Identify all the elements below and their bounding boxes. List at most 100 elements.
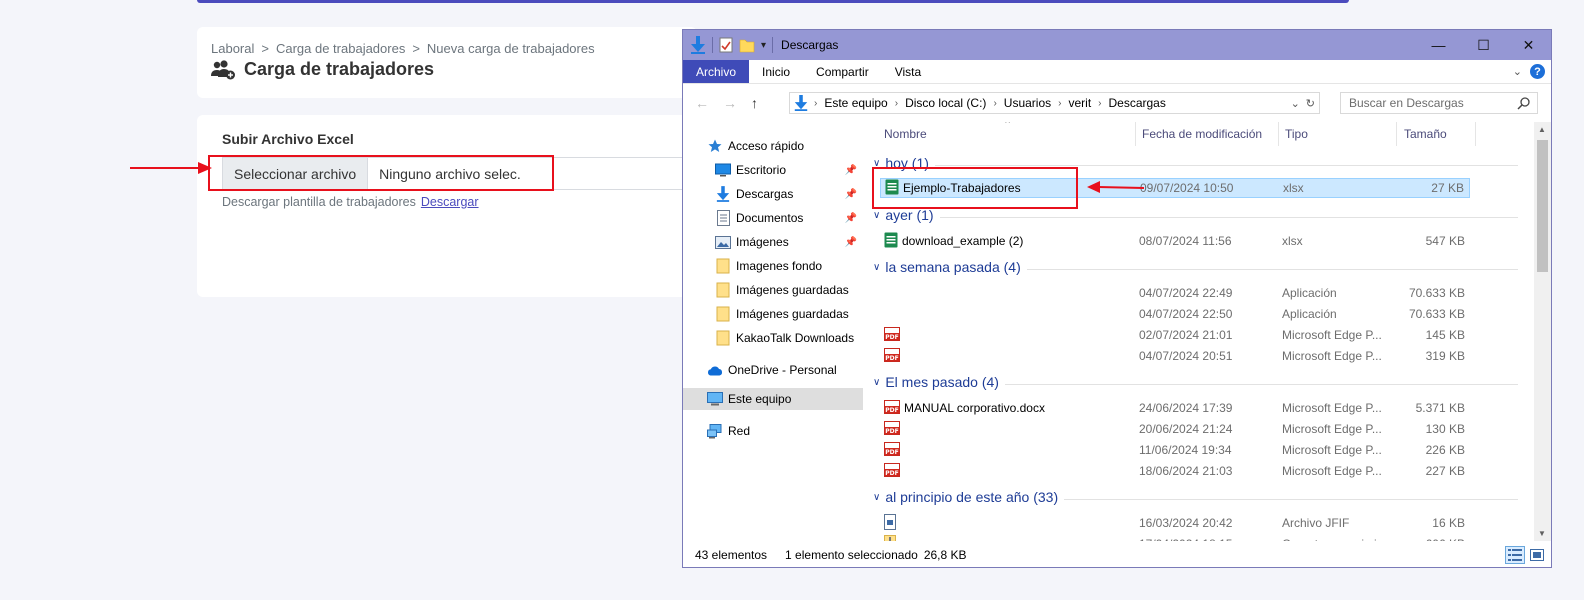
- pin-icon[interactable]: 📌: [845, 237, 857, 248]
- large-icons-view-icon[interactable]: [1527, 546, 1547, 564]
- scroll-down-icon[interactable]: ▼: [1538, 529, 1546, 538]
- file-size: 547 KB: [1425, 234, 1465, 248]
- file-size: 319 KB: [1425, 349, 1465, 363]
- nav-item-onedrive[interactable]: OneDrive - Personal: [683, 359, 863, 381]
- nav-label: Escritorio: [736, 163, 787, 177]
- nav-buttons: ← → ↑: [683, 95, 789, 111]
- pin-icon[interactable]: 📌: [845, 189, 857, 200]
- nav-item-descargas[interactable]: Descargas 📌: [683, 183, 863, 205]
- file-row[interactable]: PDF 02/07/2024 21:01 Microsoft Edge P... 14…: [880, 325, 1470, 345]
- navigation-pane: Acceso rápido Escritorio 📌 Descargas 📌 D…: [683, 122, 863, 541]
- file-row[interactable]: 17/04/2024 18:15 Carpeta comprimi... 606 K…: [880, 534, 1470, 541]
- nav-item-documentos[interactable]: Documentos 📌: [683, 207, 863, 229]
- file-name: PDF: [884, 326, 904, 344]
- forward-arrow-icon[interactable]: →: [723, 95, 737, 111]
- nav-item-red[interactable]: Red: [683, 420, 863, 442]
- tab-inicio[interactable]: Inicio: [749, 60, 803, 83]
- page-title: Carga de trabajadores: [211, 59, 434, 80]
- nav-item-acceso-rapido[interactable]: Acceso rápido: [683, 135, 863, 157]
- column-divider: [1475, 122, 1476, 146]
- highlight-box-file-input: [208, 155, 554, 191]
- nav-item-imagenes-fondo[interactable]: Imagenes fondo: [683, 255, 863, 277]
- tab-compartir[interactable]: Compartir: [803, 60, 882, 83]
- close-icon[interactable]: ✕: [1506, 30, 1551, 60]
- tab-archivo[interactable]: Archivo: [683, 60, 750, 83]
- chevron-down-icon: ∨: [873, 491, 881, 503]
- expand-ribbon-icon[interactable]: ⌄: [1513, 65, 1522, 78]
- breadcrumb-carga[interactable]: Carga de trabajadores: [276, 41, 405, 56]
- address-crumb-este-equipo[interactable]: Este equipo: [824, 96, 887, 110]
- file-date: 04/07/2024 20:51: [1139, 349, 1233, 363]
- refresh-icon[interactable]: ↻: [1306, 97, 1315, 110]
- file-size: 227 KB: [1425, 464, 1465, 478]
- scroll-up-icon[interactable]: ▲: [1538, 125, 1546, 134]
- group-header-4[interactable]: ∨ al principio de este año (33): [873, 489, 1518, 505]
- window-controls: — ☐ ✕: [1416, 30, 1551, 60]
- column-header-tamano[interactable]: Tamaño: [1404, 122, 1447, 146]
- details-view-icon[interactable]: [1505, 546, 1525, 564]
- file-row[interactable]: 04/07/2024 22:49 Aplicación 70.633 KB: [880, 283, 1470, 303]
- column-header-nombre[interactable]: Nombre: [884, 122, 927, 146]
- nav-item-imagenes-guardadas[interactable]: Imágenes guardadas: [683, 279, 863, 301]
- file-row[interactable]: PDF 20/06/2024 21:24 Microsoft Edge P... 13…: [880, 419, 1470, 439]
- svg-text:PDF: PDF: [885, 449, 898, 456]
- group-divider: [1004, 384, 1518, 385]
- address-crumb-usuarios[interactable]: Usuarios: [1004, 96, 1051, 110]
- maximize-icon[interactable]: ☐: [1461, 30, 1506, 60]
- file-name: PDF: [884, 441, 904, 459]
- file-name: PDF: [884, 420, 904, 438]
- address-crumb-descargas[interactable]: Descargas: [1109, 96, 1166, 110]
- column-header-tipo[interactable]: Tipo: [1285, 122, 1308, 146]
- vertical-scrollbar[interactable]: ▲ ▼: [1534, 122, 1551, 541]
- search-input[interactable]: Buscar en Descargas: [1340, 92, 1538, 114]
- new-folder-icon[interactable]: [739, 37, 755, 53]
- nav-item-escritorio[interactable]: Escritorio 📌: [683, 159, 863, 181]
- nav-item-este-equipo[interactable]: Este equipo: [683, 388, 863, 410]
- nav-item-imagenes-guardadas-2[interactable]: Imágenes guardadas: [683, 303, 863, 325]
- file-row[interactable]: 16/03/2024 20:42 Archivo JFIF 16 KB: [880, 513, 1470, 533]
- download-template-link[interactable]: Descargar: [421, 195, 479, 209]
- search-icon[interactable]: [1517, 96, 1531, 110]
- file-row[interactable]: download_example (2) 08/07/2024 11:56 xlsx…: [880, 231, 1470, 251]
- ribbon-tabs: Archivo Inicio Compartir Vista ⌄ ?: [683, 60, 1551, 84]
- file-row[interactable]: PDF MANUAL corporativo.docx 24/06/2024 17:…: [880, 398, 1470, 418]
- column-header-fecha[interactable]: Fecha de modificación: [1142, 122, 1262, 146]
- svg-text:PDF: PDF: [885, 428, 898, 435]
- address-crumb-verit[interactable]: verit: [1068, 96, 1091, 110]
- help-icon[interactable]: ?: [1530, 64, 1545, 79]
- nav-label: Imagenes fondo: [736, 259, 823, 273]
- group-header-2[interactable]: ∨ la semana pasada (4): [873, 259, 1518, 275]
- group-header-3[interactable]: ∨ El mes pasado (4): [873, 374, 1518, 390]
- up-arrow-icon[interactable]: ↑: [751, 95, 758, 111]
- file-row[interactable]: PDF 11/06/2024 19:34 Microsoft Edge P... 22…: [880, 440, 1470, 460]
- tab-vista[interactable]: Vista: [882, 60, 934, 83]
- back-arrow-icon[interactable]: ←: [695, 95, 709, 111]
- nav-item-kakaotalk[interactable]: KakaoTalk Downloads: [683, 327, 863, 349]
- group-header-ayer[interactable]: ∨ ayer (1): [873, 207, 1518, 223]
- upload-card: Subir Archivo Excel Seleccionar archivo …: [197, 115, 712, 297]
- file-type: Microsoft Edge P...: [1282, 401, 1382, 415]
- file-type: Carpeta comprimi...: [1282, 537, 1387, 541]
- pin-icon[interactable]: 📌: [845, 165, 857, 176]
- pin-icon[interactable]: 📌: [845, 213, 857, 224]
- window-title: Descargas: [781, 38, 839, 52]
- download-arrow-icon: [691, 36, 705, 54]
- nav-item-imagenes[interactable]: Imágenes 📌: [683, 231, 863, 253]
- file-name: [884, 534, 900, 541]
- address-crumb-disco-local[interactable]: Disco local (C:): [905, 96, 986, 110]
- breadcrumb-laboral[interactable]: Laboral: [211, 41, 254, 56]
- chevron-down-icon[interactable]: ⌄: [1291, 97, 1300, 110]
- address-bar[interactable]: › Este equipo › Disco local (C:) › Usuar…: [789, 92, 1320, 114]
- file-row[interactable]: PDF 04/07/2024 20:51 Microsoft Edge P... 31…: [880, 346, 1470, 366]
- customize-toolbar-icon[interactable]: ▾: [761, 40, 766, 51]
- breadcrumb-separator: >: [412, 41, 420, 56]
- file-row[interactable]: 04/07/2024 22:50 Aplicación 70.633 KB: [880, 304, 1470, 324]
- file-row[interactable]: PDF 18/06/2024 21:03 Microsoft Edge P... 22…: [880, 461, 1470, 481]
- file-type: xlsx: [1283, 181, 1304, 195]
- minimize-icon[interactable]: —: [1416, 30, 1461, 60]
- scroll-thumb[interactable]: [1537, 140, 1548, 272]
- file-type: Microsoft Edge P...: [1282, 464, 1382, 478]
- selection-count: 1 elemento seleccionado: [785, 548, 918, 562]
- nav-label: Imágenes guardadas: [736, 307, 849, 321]
- properties-icon[interactable]: [719, 37, 733, 53]
